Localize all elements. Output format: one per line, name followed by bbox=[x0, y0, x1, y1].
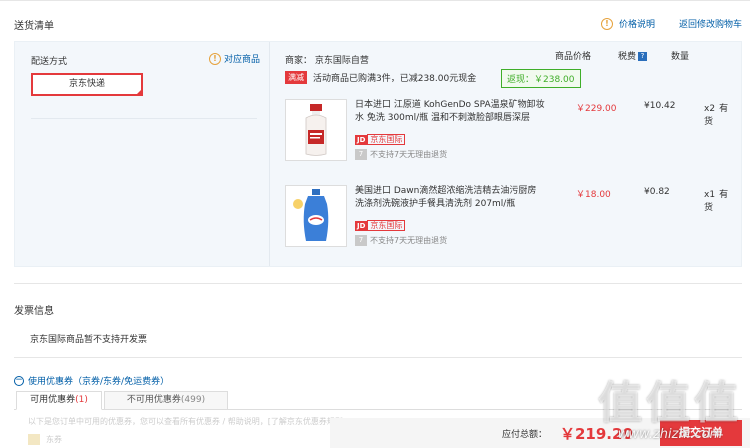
return-policy-label: 不支持7天无理由退货 bbox=[370, 150, 448, 159]
dish-soap-bottle-icon bbox=[293, 189, 329, 241]
intl-badge-label: 京东国际 bbox=[367, 220, 406, 231]
return-policy: 7 不支持7天无理由退货 bbox=[355, 235, 447, 246]
item-tax: ¥0.82 bbox=[644, 187, 670, 197]
coupon-tabs: 可用优惠券(1) 不可用优惠券(499) bbox=[14, 391, 742, 410]
rebate-badge: 返现：￥238.00 bbox=[501, 69, 581, 88]
shipping-header-links: ! 价格说明 返回修改购物车 bbox=[600, 17, 742, 30]
qty-value: x1 bbox=[704, 190, 716, 200]
tax-column-header: 税费? bbox=[618, 49, 648, 62]
item-qty: x1 有货 bbox=[704, 187, 735, 213]
order-items-column: 商家： 京东国际自营 商品价格 税费? 数量 满减 活动商品已购满3件，已减23… bbox=[271, 42, 741, 266]
invoice-note: 京东国际商品暂不支持开发票 bbox=[30, 335, 148, 345]
order-item: 日本进口 江原道 KohGenDo SPA温泉矿物卸妆水 免洗 300ml/瓶 … bbox=[285, 99, 735, 165]
item-tax: ¥10.42 bbox=[644, 101, 676, 111]
shipping-panel: 配送方式 ! 对应商品 京东快递 商家： 京东国际自营 商品价格 税费? 数量 … bbox=[14, 41, 742, 267]
delivery-option-jd-express[interactable]: 京东快递 bbox=[31, 73, 143, 96]
tab-available-coupons[interactable]: 可用优惠券(1) bbox=[16, 391, 102, 410]
item-price: ￥18.00 bbox=[576, 190, 611, 200]
qty-column-header: 数量 bbox=[671, 52, 690, 62]
delivery-column: 配送方式 ! 对应商品 京东快递 bbox=[15, 42, 270, 266]
tab-count: (499) bbox=[180, 395, 206, 405]
jd-intl-badge: JD 京东国际 bbox=[355, 220, 406, 231]
tab-label: 可用优惠券 bbox=[30, 395, 76, 405]
return-policy-icon: 7 bbox=[355, 235, 367, 246]
coupon-hint: 以下是您订单中可用的优惠券，您可以查看所有优惠券 / 帮助说明，[了解京东优惠券… bbox=[28, 417, 347, 426]
coupon-type-label: 东券 bbox=[46, 435, 62, 444]
divider bbox=[31, 118, 257, 119]
product-name[interactable]: 日本进口 江原道 KohGenDo SPA温泉矿物卸妆水 免洗 300ml/瓶 … bbox=[355, 99, 545, 125]
total-value: ￥219.20 bbox=[560, 425, 633, 443]
invoice-title: 发票信息 bbox=[14, 306, 54, 317]
tab-label: 不可用优惠券 bbox=[126, 395, 181, 405]
top-divider bbox=[0, 0, 750, 1]
jd-logo-icon: JD bbox=[355, 220, 368, 231]
return-policy: 7 不支持7天无理由退货 bbox=[355, 149, 447, 160]
seller-name: 商家： 京东国际自营 bbox=[285, 56, 369, 66]
coupon-item[interactable]: 东券 bbox=[28, 434, 62, 445]
delivery-option-label: 京东快递 bbox=[68, 79, 105, 89]
return-policy-icon: 7 bbox=[355, 149, 367, 160]
intl-badge-label: 京东国际 bbox=[367, 134, 406, 145]
product-name[interactable]: 美国进口 Dawn滴然超浓缩洗洁精去油污厨房洗涤剂洗碗液护手餐具清洗剂 207m… bbox=[355, 185, 545, 211]
tab-unavailable-coupons[interactable]: 不可用优惠券(499) bbox=[104, 391, 228, 410]
submit-order-button[interactable]: 提交订单 bbox=[660, 420, 742, 446]
total-label: 应付总额： bbox=[502, 430, 548, 440]
promo-text: 活动商品已购满3件，已减238.00元现金 bbox=[313, 74, 477, 84]
info-icon: ! bbox=[209, 52, 221, 65]
product-thumbnail[interactable] bbox=[285, 99, 347, 161]
price-info-link[interactable]: 价格说明 bbox=[619, 17, 655, 30]
tab-count: (1) bbox=[75, 395, 88, 405]
help-icon[interactable]: ? bbox=[638, 52, 648, 61]
cleansing-water-bottle-icon bbox=[305, 104, 327, 156]
order-item: 美国进口 Dawn滴然超浓缩洗洁精去油污厨房洗涤剂洗碗液护手餐具清洗剂 207m… bbox=[285, 185, 735, 251]
collapse-icon[interactable]: − bbox=[14, 375, 24, 386]
coupon-toggle-label[interactable]: 使用优惠券（京券/东券/免运费券） bbox=[28, 374, 169, 387]
info-icon: ! bbox=[600, 17, 613, 30]
item-qty: x2 有货 bbox=[704, 101, 735, 127]
matching-items: ! 对应商品 bbox=[209, 52, 260, 65]
qty-value: x2 bbox=[704, 104, 716, 114]
coupon-checkbox[interactable] bbox=[28, 434, 40, 445]
section-divider bbox=[14, 357, 742, 358]
price-column-header: 商品价格 bbox=[555, 52, 592, 62]
jd-logo-icon: JD bbox=[355, 134, 368, 145]
jd-intl-badge: JD 京东国际 bbox=[355, 134, 406, 145]
item-price: ￥229.00 bbox=[576, 104, 617, 114]
product-thumbnail[interactable] bbox=[285, 185, 347, 247]
matching-items-link[interactable]: 对应商品 bbox=[224, 52, 260, 65]
tax-header-label: 税费 bbox=[618, 52, 637, 62]
selected-corner-icon bbox=[135, 88, 143, 96]
back-to-cart-link[interactable]: 返回修改购物车 bbox=[679, 17, 742, 30]
promotion-row: 满减 活动商品已购满3件，已减238.00元现金 bbox=[285, 71, 476, 84]
section-divider bbox=[14, 283, 742, 284]
promo-tag: 满减 bbox=[285, 71, 307, 84]
checkout-bar: 应付总额： ￥219.20 提交订单 bbox=[330, 418, 750, 448]
shipping-list-title: 送货清单 bbox=[14, 21, 54, 32]
delivery-method-label: 配送方式 bbox=[31, 57, 68, 67]
return-policy-label: 不支持7天无理由退货 bbox=[370, 236, 448, 245]
coupon-toggle[interactable]: − 使用优惠券（京券/东券/免运费券） bbox=[14, 374, 169, 387]
